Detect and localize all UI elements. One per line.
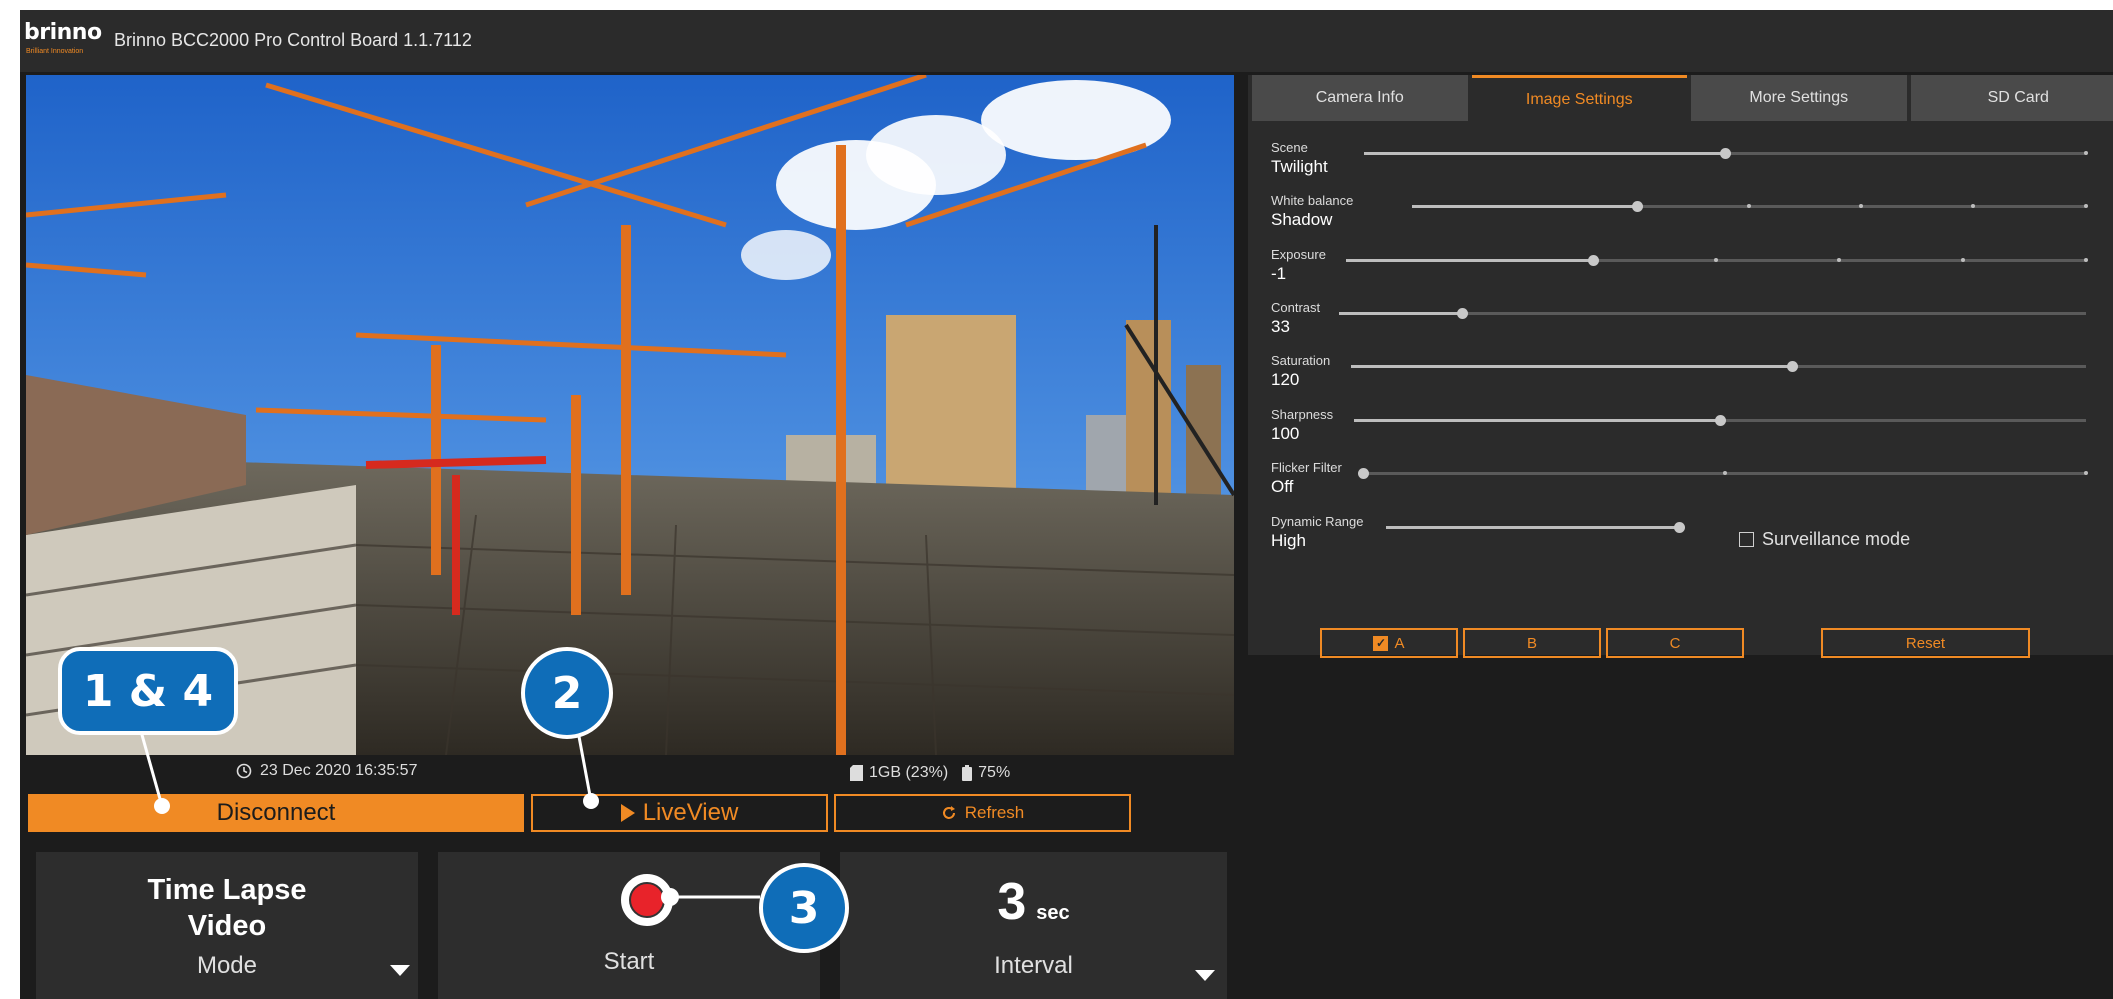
setting-value: 120 — [1271, 370, 1300, 389]
setting-value: Shadow — [1271, 210, 1333, 229]
mode-title-line1: Time Lapse — [147, 874, 307, 906]
slider-handle[interactable] — [1632, 201, 1643, 212]
setting-flicker-filter: Flicker Filter Off — [1271, 460, 2113, 510]
chevron-down-icon[interactable] — [390, 965, 410, 976]
contrast-slider[interactable] — [1339, 308, 2086, 319]
liveview-label: LiveView — [642, 799, 739, 826]
start-label: Start — [603, 948, 655, 975]
battery-icon — [962, 765, 973, 781]
interval-value: 3 sec — [840, 872, 1227, 932]
logo-tagline: Brilliant Innovation — [26, 48, 84, 55]
battery-text: 75% — [978, 764, 1011, 781]
slider-handle[interactable] — [1720, 148, 1731, 159]
setting-saturation: Saturation 120 — [1271, 353, 2113, 403]
flicker-filter-slider[interactable] — [1358, 468, 2088, 479]
slider-handle[interactable] — [1588, 255, 1599, 266]
app-window: brinno Brilliant Innovation Brinno BCC20… — [20, 10, 2113, 999]
liveview-button[interactable]: LiveView — [531, 794, 828, 832]
setting-value: Twilight — [1271, 157, 1328, 176]
callout-step-1-4: 1 & 4 — [58, 647, 238, 735]
datetime-text: 23 Dec 2020 16:35:57 — [260, 762, 418, 779]
slider-handle[interactable] — [1674, 522, 1685, 533]
preset-c-button[interactable]: C — [1606, 628, 1744, 658]
scene-slider[interactable] — [1364, 148, 2088, 159]
setting-label: Contrast — [1271, 300, 1321, 315]
mode-selector[interactable]: Time Lapse Video Mode — [36, 852, 418, 999]
surveillance-checkbox[interactable] — [1739, 532, 1754, 547]
saturation-slider[interactable] — [1351, 361, 2086, 372]
reset-label: Reset — [1905, 634, 1946, 652]
setting-label: Scene — [1271, 140, 1308, 155]
preset-label: A — [1394, 634, 1405, 652]
setting-sharpness: Sharpness 100 — [1271, 407, 2113, 457]
setting-exposure: Exposure -1 — [1271, 247, 2113, 297]
setting-value: High — [1271, 531, 1306, 550]
reset-button[interactable]: Reset — [1821, 628, 2030, 658]
play-icon — [620, 804, 635, 822]
setting-label: Sharpness — [1271, 407, 1334, 422]
surveillance-mode-toggle[interactable]: Surveillance mode — [1739, 529, 1910, 550]
disconnect-label: Disconnect — [216, 799, 336, 826]
setting-value: 33 — [1271, 317, 1290, 336]
settings-panel: Camera Info Image Settings More Settings… — [1248, 75, 2113, 658]
setting-white-balance: White balance Shadow — [1271, 193, 2113, 243]
setting-value: 100 — [1271, 424, 1300, 443]
record-button[interactable] — [621, 874, 673, 926]
slider-handle[interactable] — [1715, 415, 1726, 426]
slider-handle[interactable] — [1358, 468, 1369, 479]
chevron-down-icon[interactable] — [1195, 970, 1215, 981]
brinno-logo: brinno Brilliant Innovation — [24, 20, 104, 64]
mode-label: Mode — [196, 952, 258, 979]
interval-label: Interval — [994, 952, 1073, 979]
refresh-icon — [942, 806, 955, 819]
title-bar: brinno Brilliant Innovation Brinno BCC20… — [20, 10, 2113, 72]
checkbox-checked-icon: ✓ — [1373, 635, 1389, 651]
surveillance-label: Surveillance mode — [1762, 529, 1911, 549]
sharpness-slider[interactable] — [1354, 415, 2086, 426]
logo-text: brinno — [24, 20, 102, 45]
interval-selector[interactable]: 3 sec Interval — [840, 852, 1227, 999]
interval-number: 3 — [997, 873, 1027, 931]
preset-label: B — [1526, 634, 1537, 652]
slider-handle[interactable] — [1787, 361, 1798, 372]
storage-status: 1GB (23%) 75% — [850, 764, 1010, 782]
callout-step-3: 3 — [759, 863, 849, 953]
clock-icon — [236, 763, 252, 779]
setting-label: Exposure — [1271, 247, 1326, 262]
preset-b-button[interactable]: B — [1463, 628, 1601, 658]
preset-label: C — [1669, 634, 1681, 652]
setting-label: White balance — [1271, 193, 1354, 208]
record-icon — [629, 882, 665, 918]
dynamic-range-slider[interactable] — [1386, 522, 1685, 533]
disconnect-button[interactable]: Disconnect — [28, 794, 524, 832]
setting-dynamic-range: Dynamic Range High Surveillance mode — [1271, 514, 2113, 564]
refresh-label: Refresh — [964, 803, 1025, 822]
preset-a-button[interactable]: ✓ A — [1320, 628, 1458, 658]
datetime-status: 23 Dec 2020 16:35:57 — [236, 762, 417, 780]
sd-card-icon — [850, 765, 863, 781]
setting-value: Off — [1271, 477, 1294, 496]
interval-unit: sec — [1036, 902, 1070, 924]
mode-value: Time Lapse Video — [36, 872, 418, 944]
tab-sd-card[interactable]: SD Card — [1910, 75, 2113, 121]
storage-text: 1GB (23%) — [869, 764, 949, 781]
mode-title-line2: Video — [187, 910, 267, 942]
exposure-slider[interactable] — [1346, 255, 2088, 266]
setting-label: Saturation — [1271, 353, 1331, 368]
callout-step-2: 2 — [521, 647, 613, 739]
app-title: Brinno BCC2000 Pro Control Board 1.1.711… — [114, 30, 472, 50]
setting-label: Flicker Filter — [1271, 460, 1342, 475]
settings-tabs: Camera Info Image Settings More Settings… — [1248, 75, 2113, 121]
tab-image-settings[interactable]: Image Settings — [1471, 75, 1687, 121]
setting-contrast: Contrast 33 — [1271, 300, 2113, 350]
white-balance-slider[interactable] — [1412, 201, 2088, 212]
setting-label: Dynamic Range — [1271, 514, 1364, 529]
tab-more-settings[interactable]: More Settings — [1691, 75, 1907, 121]
slider-handle[interactable] — [1457, 308, 1468, 319]
refresh-button[interactable]: Refresh — [834, 794, 1131, 832]
setting-scene: Scene Twilight — [1271, 140, 2113, 190]
setting-value: -1 — [1271, 264, 1287, 283]
tab-camera-info[interactable]: Camera Info — [1252, 75, 1468, 121]
